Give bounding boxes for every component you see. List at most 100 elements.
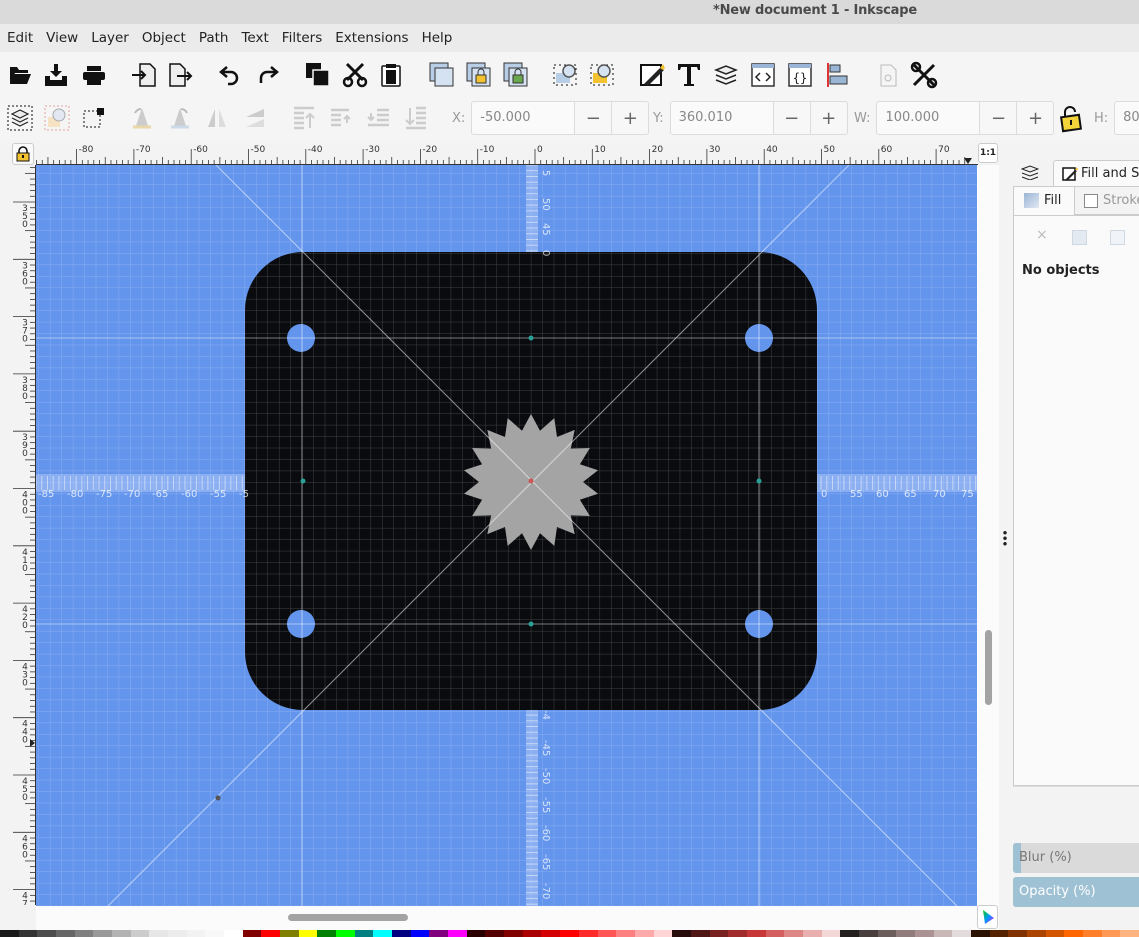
- palette-swatch[interactable]: [354, 930, 374, 937]
- lock-ratio-icon[interactable]: [1059, 105, 1083, 137]
- menu-text[interactable]: Text: [236, 30, 276, 46]
- opacity-slider[interactable]: Opacity (%): [1013, 877, 1139, 907]
- palette-swatch[interactable]: [877, 930, 897, 937]
- drawing-canvas[interactable]: -85 -80 -75 -70 -65 -60 -55 -5 0 55 60 65 70 75 5 50 45 0…: [36, 165, 977, 906]
- palette-swatch[interactable]: [858, 930, 878, 937]
- palette-swatch[interactable]: [1064, 930, 1083, 937]
- linear-gradient-button[interactable]: [1110, 230, 1125, 245]
- open-icon[interactable]: [6, 61, 34, 89]
- unlink-clone-icon[interactable]: [502, 61, 530, 89]
- flat-color-button[interactable]: [1072, 230, 1087, 245]
- guide-anchor-center[interactable]: [528, 478, 534, 484]
- zoom-selection-icon[interactable]: [552, 61, 580, 89]
- guide-lock-button[interactable]: [12, 143, 34, 165]
- palette-swatch[interactable]: [560, 930, 579, 937]
- w-decrement-button[interactable]: −: [980, 101, 1018, 135]
- subtab-stroke[interactable]: Stroke: [1075, 187, 1139, 215]
- palette-swatch[interactable]: [522, 930, 542, 937]
- transform-handles-icon[interactable]: [80, 104, 108, 132]
- guide-anchor-bottom[interactable]: [528, 621, 534, 627]
- fill-stroke-icon[interactable]: [639, 61, 667, 89]
- palette-swatch[interactable]: [616, 930, 635, 937]
- palette-swatch[interactable]: [392, 930, 411, 937]
- dock-resize-handle[interactable]: [999, 165, 1011, 930]
- palette-swatch[interactable]: [168, 930, 187, 937]
- x-input[interactable]: -50.000: [471, 101, 576, 135]
- preferences-icon[interactable]: [910, 61, 938, 89]
- x-increment-button[interactable]: +: [612, 101, 650, 135]
- w-input[interactable]: 100.000: [876, 101, 981, 135]
- x-decrement-button[interactable]: −: [575, 101, 613, 135]
- palette-swatch[interactable]: [765, 930, 785, 937]
- color-managed-toggle[interactable]: [977, 905, 998, 929]
- menu-extensions[interactable]: Extensions: [330, 30, 416, 46]
- no-paint-icon[interactable]: ×: [1036, 227, 1048, 243]
- palette-swatch[interactable]: [466, 930, 486, 937]
- h-input[interactable]: 80.0: [1114, 101, 1139, 135]
- w-increment-button[interactable]: +: [1017, 101, 1055, 135]
- palette-swatch[interactable]: [93, 930, 113, 937]
- palette-swatch[interactable]: [690, 930, 710, 937]
- palette-swatch[interactable]: [504, 930, 523, 937]
- palette-swatch[interactable]: [1101, 930, 1121, 937]
- palette-swatch[interactable]: [746, 930, 766, 937]
- vertical-ruler[interactable]: 350360370380390400410420430440450460470: [0, 165, 36, 905]
- select-same-icon[interactable]: [43, 104, 71, 132]
- palette-swatch[interactable]: [914, 930, 934, 937]
- palette-swatch[interactable]: [952, 930, 971, 937]
- guide-anchor-left[interactable]: [300, 478, 306, 484]
- palette-swatch[interactable]: [784, 930, 803, 937]
- guide-anchor-right[interactable]: [756, 478, 762, 484]
- canvas-svg[interactable]: -85 -80 -75 -70 -65 -60 -55 -5 0 55 60 65 70 75550450…: [36, 165, 977, 906]
- palette-swatch[interactable]: [130, 930, 150, 937]
- y-input[interactable]: 360.010: [669, 101, 774, 135]
- palette-swatch[interactable]: [970, 930, 990, 937]
- palette-swatch[interactable]: [672, 930, 691, 937]
- cut-icon[interactable]: [341, 61, 369, 89]
- palette-swatch[interactable]: [896, 930, 915, 937]
- menu-layer[interactable]: Layer: [86, 30, 137, 46]
- palette-swatch[interactable]: [728, 930, 747, 937]
- print-icon[interactable]: [80, 61, 108, 89]
- y-decrement-button[interactable]: −: [773, 101, 811, 135]
- palette-swatch[interactable]: [37, 930, 57, 937]
- menu-object[interactable]: Object: [137, 30, 194, 46]
- palette-swatch[interactable]: [933, 930, 953, 937]
- palette-swatch[interactable]: [578, 930, 598, 937]
- horizontal-scrollbar[interactable]: [36, 906, 978, 930]
- palette-swatch[interactable]: [1026, 930, 1046, 937]
- duplicate-icon[interactable]: [428, 61, 456, 89]
- palette-swatch[interactable]: [298, 930, 318, 937]
- palette-swatch[interactable]: [149, 930, 169, 937]
- palette-swatch[interactable]: [1008, 930, 1027, 937]
- palette-swatch[interactable]: [1082, 930, 1102, 937]
- palette-swatch[interactable]: [1120, 930, 1139, 937]
- palette-swatch[interactable]: [112, 930, 131, 937]
- palette-swatch[interactable]: [597, 930, 617, 937]
- palette-swatch[interactable]: [989, 930, 1009, 937]
- layers-tab-icon[interactable]: [1020, 164, 1040, 184]
- text-font-icon[interactable]: [675, 61, 703, 89]
- palette-swatch[interactable]: [653, 930, 673, 937]
- selectors-css-icon[interactable]: {}: [786, 61, 814, 89]
- menu-edit[interactable]: Edit: [2, 30, 41, 46]
- palette-swatch[interactable]: [840, 930, 859, 937]
- palette-swatch[interactable]: [373, 930, 393, 937]
- menu-help[interactable]: Help: [417, 30, 461, 46]
- palette-swatch[interactable]: [56, 930, 75, 937]
- guide-anchor-diagonal[interactable]: [215, 795, 221, 801]
- palette-swatch[interactable]: [242, 930, 262, 937]
- palette-swatch[interactable]: [224, 930, 243, 937]
- align-distribute-icon[interactable]: [823, 61, 851, 89]
- paste-icon[interactable]: [377, 61, 405, 89]
- subtab-fill[interactable]: Fill: [1014, 187, 1075, 215]
- palette-swatch[interactable]: [485, 930, 505, 937]
- menu-path[interactable]: Path: [194, 30, 237, 46]
- undo-icon[interactable]: [216, 61, 244, 89]
- horizontal-scroll-thumb[interactable]: [288, 914, 408, 921]
- palette-swatch[interactable]: [0, 930, 19, 937]
- palette-swatch[interactable]: [261, 930, 281, 937]
- guide-anchor-top[interactable]: [528, 335, 534, 341]
- palette-swatch[interactable]: [541, 930, 561, 937]
- palette-swatch[interactable]: [448, 930, 467, 937]
